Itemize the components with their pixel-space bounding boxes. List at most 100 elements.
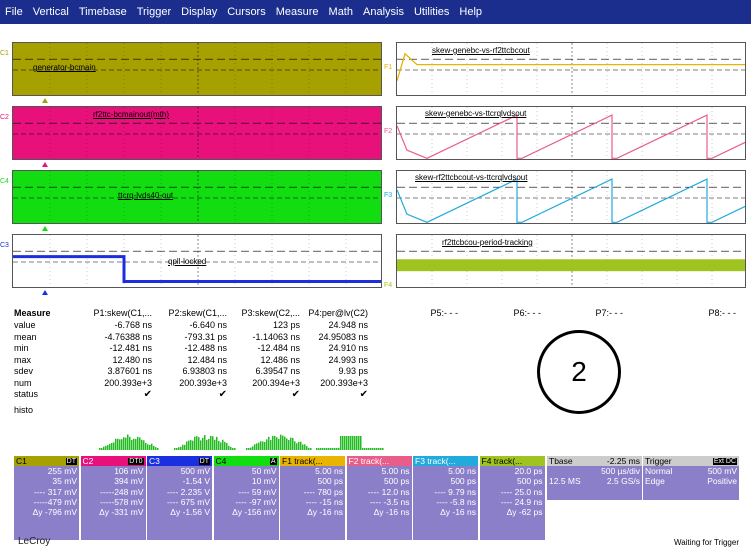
- trace-c4[interactable]: ttcrq-lvds40-out: [12, 170, 382, 224]
- measure-value: 200.393e+3: [300, 378, 368, 388]
- descriptor-line: ---- 2.235 V: [147, 487, 212, 497]
- measure-row-value: value -6.768 ns -6.640 ns 123 ps 24.948 ns: [14, 320, 749, 332]
- trigger-marker: [42, 226, 48, 231]
- measure-value: -12.488 ns: [159, 343, 227, 353]
- descriptor-line: 500 ps: [480, 476, 545, 486]
- trigger-slope: Positive: [707, 476, 737, 486]
- measure-value: 24.95083 ns: [300, 332, 368, 342]
- math-trace-f2[interactable]: skew-genebc-vs-ttcrqlvdsout: [396, 106, 746, 160]
- annotation-number: 2: [571, 356, 587, 388]
- descriptor-line: 5.00 ns: [280, 466, 345, 476]
- measure-header-row: Measure P1:skew(C1,... P2:skew(C1,... P3:sk…: [14, 308, 749, 320]
- descriptor-line: 500 mV: [147, 466, 212, 476]
- descriptor-line: -----248 mV: [81, 487, 146, 497]
- descriptor-line: ---- 675 mV: [147, 497, 212, 507]
- measure-row-label: num: [14, 378, 32, 388]
- descriptor-name: C4: [216, 456, 227, 466]
- descriptor-name: F1 track(...: [282, 456, 323, 466]
- measure-value: -12.484 ns: [232, 343, 300, 353]
- descriptor-line: 5.00 ns: [413, 466, 478, 476]
- measure-param-header[interactable]: P3:skew(C2,...: [232, 308, 300, 318]
- histogram-icon: [246, 432, 312, 450]
- menu-item-timebase[interactable]: Timebase: [79, 6, 127, 18]
- measure-title: Measure: [14, 308, 51, 318]
- descriptor-line: 20.0 ps: [480, 466, 545, 476]
- menu-item-analysis[interactable]: Analysis: [363, 6, 404, 18]
- measure-param-header[interactable]: P8:- - -: [626, 308, 736, 318]
- descriptor-c1[interactable]: C1 DT 255 mV 35 mV ---- 317 mV -----479 mV Δy …: [14, 456, 79, 540]
- trace-c2[interactable]: rf2ttc-bcmainout(mth): [12, 106, 382, 160]
- measure-value: 24.948 ns: [300, 320, 368, 330]
- descriptor-name: C3: [149, 456, 160, 466]
- descriptor-line: 500 ps: [413, 476, 478, 486]
- descriptor-line: ---- 24.9 ns: [480, 497, 545, 507]
- channel-tag: C4: [0, 178, 9, 185]
- function-tag: F1: [384, 64, 392, 71]
- measure-value: ✔: [84, 389, 152, 400]
- descriptor-line: ---- 317 mV: [14, 487, 79, 497]
- descriptor-line: Δy -331 mV: [81, 507, 146, 517]
- descriptor-c3[interactable]: C3 DT 500 mV -1.54 V ---- 2.235 V ---- 675 mV…: [147, 456, 212, 540]
- measure-param-header[interactable]: P7:- - -: [549, 308, 623, 318]
- descriptor-c2[interactable]: C2 DT0 106 mV 394 mV -----248 mV -----578 mV Δ…: [81, 456, 146, 540]
- measure-value: -4.76388 ns: [84, 332, 152, 342]
- trace-c3[interactable]: qpll-locked: [12, 234, 382, 288]
- menu-item-utilities[interactable]: Utilities: [414, 6, 449, 18]
- measure-param-header[interactable]: P2:skew(C1,...: [159, 308, 227, 318]
- math-trace-f3[interactable]: skew-rf2ttcbcout-vs-ttcrqlvdsout: [396, 170, 746, 224]
- function-tag: F2: [384, 128, 392, 135]
- descriptor-badge: DT: [199, 458, 210, 465]
- descriptor-line: Δy -62 ps: [480, 507, 545, 517]
- descriptor-line: -1.54 V: [147, 476, 212, 486]
- timebase-label: Tbase: [549, 456, 573, 466]
- measure-value: 12.486 ns: [232, 355, 300, 365]
- timebase-offset: -2.25 ms: [607, 456, 640, 466]
- measure-value: 9.93 ps: [300, 366, 368, 376]
- trace-label: rf2ttc-bcmainout(mth): [93, 110, 169, 119]
- trigger-descriptor[interactable]: Trigger Ext DC Normal 500 mV Edge Positive: [643, 456, 739, 500]
- measure-row-min: min -12.481 ns -12.488 ns -12.484 ns 24.910 …: [14, 343, 749, 355]
- menu-item-math[interactable]: Math: [329, 6, 353, 18]
- math-trace-label: skew-genebc-vs-ttcrqlvdsout: [425, 109, 526, 118]
- measure-value: ✔: [159, 389, 227, 400]
- descriptor-line: ---- 9.79 ns: [413, 487, 478, 497]
- descriptor-line: 35 mV: [14, 476, 79, 486]
- descriptor-line: Δy -156 mV: [214, 507, 279, 517]
- menu-item-measure[interactable]: Measure: [276, 6, 319, 18]
- measure-value: ✔: [232, 389, 300, 400]
- descriptor-f3[interactable]: F3 track(... 5.00 ns 500 ps ---- 9.79 ns ---…: [413, 456, 478, 540]
- descriptor-name: F3 track(...: [415, 456, 456, 466]
- measure-param-header[interactable]: P5:- - -: [384, 308, 458, 318]
- descriptor-line: 394 mV: [81, 476, 146, 486]
- descriptor-f2[interactable]: F2 track(... 5.00 ns 500 ps ---- 12.0 ns ---…: [347, 456, 412, 540]
- menu-item-trigger[interactable]: Trigger: [137, 6, 171, 18]
- timebase-descriptor[interactable]: Tbase -2.25 ms 500 µs/div 12.5 MS 2.5 GS/s: [547, 456, 642, 500]
- descriptor-name: C1: [16, 456, 27, 466]
- menu-item-file[interactable]: File: [5, 6, 23, 18]
- descriptor-line: Δy -1.56 V: [147, 507, 212, 517]
- menu-item-help[interactable]: Help: [459, 6, 482, 18]
- measure-row-label: status: [14, 389, 38, 399]
- menu-item-cursors[interactable]: Cursors: [227, 6, 266, 18]
- measure-row-histo: histo: [14, 405, 749, 417]
- descriptor-line: Δy -796 mV: [14, 507, 79, 517]
- menu-item-display[interactable]: Display: [181, 6, 217, 18]
- histogram-icon: [316, 432, 384, 450]
- measure-row-label: sdev: [14, 366, 33, 376]
- measure-param-header[interactable]: P4:per@lv(C2): [300, 308, 368, 318]
- trace-c1[interactable]: generator-bcmain: [12, 42, 382, 96]
- measure-row-label: value: [14, 320, 36, 330]
- math-trace-f1[interactable]: skew-genebc-vs-rf2ttcbcout: [396, 42, 746, 96]
- measure-param-header[interactable]: P1:skew(C1,...: [84, 308, 152, 318]
- trigger-mode: Normal: [645, 466, 672, 476]
- descriptor-c4[interactable]: C4 A 50 mV 10 mV ---- 59 mV ---- -97 mV Δy -15…: [214, 456, 279, 540]
- descriptor-line: 500 ps: [347, 476, 412, 486]
- descriptor-line: ---- 25.0 ns: [480, 487, 545, 497]
- descriptor-f1[interactable]: F1 track(... 5.00 ns 500 ps ---- 780 ps ----…: [280, 456, 345, 540]
- descriptor-f4[interactable]: F4 track(... 20.0 ps 500 ps ---- 25.0 ns ---…: [480, 456, 545, 540]
- menu-item-vertical[interactable]: Vertical: [33, 6, 69, 18]
- math-trace-f4[interactable]: rf2ttcbcou-period-tracking: [396, 234, 746, 288]
- measure-row-label: histo: [14, 405, 33, 415]
- measure-param-header[interactable]: P6:- - -: [467, 308, 541, 318]
- measure-row-status: status ✔ ✔ ✔ ✔: [14, 389, 749, 401]
